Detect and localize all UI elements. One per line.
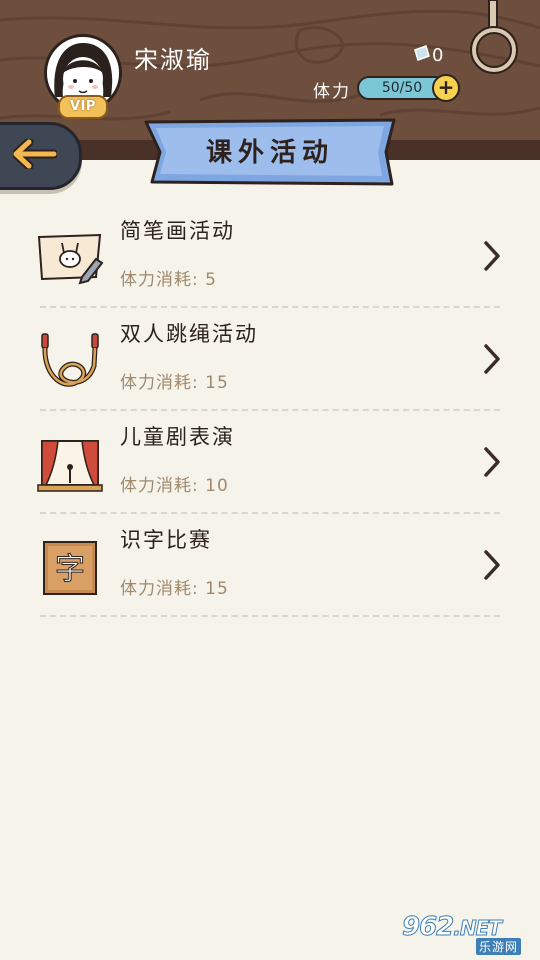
character-glyph: 字	[55, 552, 85, 587]
activity-item-drawing[interactable]: 简笔画活动 体力消耗: 5	[0, 205, 540, 308]
activity-title: 识字比赛	[120, 528, 212, 552]
back-arrow-icon	[13, 139, 57, 169]
chevron-right-icon[interactable]	[482, 239, 502, 273]
hanging-ring-icon	[470, 0, 518, 74]
divider	[40, 615, 500, 617]
drawing-board-icon	[37, 233, 104, 285]
player-name: 宋淑瑜	[134, 46, 212, 74]
chevron-right-icon[interactable]	[482, 342, 502, 376]
vip-badge: VIP	[58, 95, 108, 119]
character-block-icon: 字	[43, 541, 97, 595]
ticket-count: 0	[432, 45, 444, 66]
watermark-suffix: .NET	[453, 916, 503, 941]
watermark-sub: 乐游网	[476, 938, 522, 955]
activity-item-children-play[interactable]: 儿童剧表演 体力消耗: 10	[0, 411, 540, 514]
chevron-right-icon[interactable]	[482, 445, 502, 479]
watermark-number: 962	[401, 912, 454, 943]
activity-item-jump-rope[interactable]: 双人跳绳活动 体力消耗: 15	[0, 308, 540, 411]
chevron-right-icon[interactable]	[482, 548, 502, 582]
activity-cost: 体力消耗: 15	[120, 579, 229, 599]
stage-curtain-icon	[37, 440, 103, 492]
activity-title: 儿童剧表演	[120, 425, 235, 449]
add-stamina-button[interactable]: +	[432, 74, 460, 102]
activity-cost: 体力消耗: 5	[120, 270, 217, 290]
jump-rope-icon	[41, 333, 99, 387]
activity-title: 双人跳绳活动	[120, 322, 258, 346]
back-button[interactable]	[0, 122, 82, 190]
stamina-label: 体力	[313, 82, 351, 102]
activity-list: 简笔画活动 体力消耗: 5 双人跳绳活动 体力消耗: 15 儿童剧表演 体力消耗…	[0, 205, 540, 617]
activity-item-literacy-contest[interactable]: 字 识字比赛 体力消耗: 15	[0, 514, 540, 617]
page-title: 课外活动	[205, 138, 334, 168]
ticket-icon	[414, 45, 430, 61]
activity-title: 简笔画活动	[120, 219, 235, 243]
watermark-logo: 962.NET 乐游网	[400, 912, 536, 956]
activity-cost: 体力消耗: 10	[120, 476, 229, 496]
activity-cost: 体力消耗: 15	[120, 373, 229, 393]
